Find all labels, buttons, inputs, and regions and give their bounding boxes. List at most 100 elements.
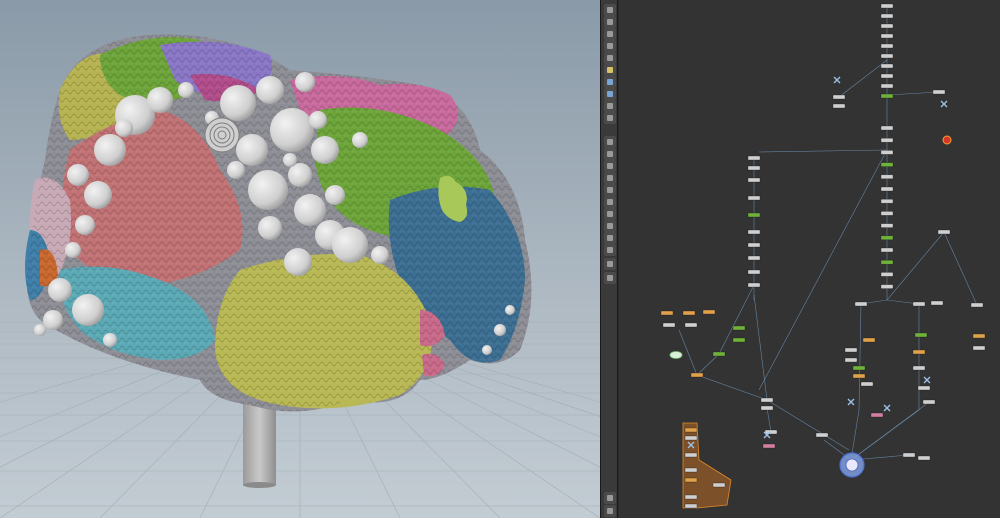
network-node[interactable] — [684, 467, 698, 473]
network-node[interactable] — [747, 177, 761, 183]
background-icon[interactable] — [604, 258, 616, 270]
network-node[interactable] — [684, 427, 698, 433]
network-node[interactable] — [880, 272, 894, 277]
network-node[interactable] — [880, 73, 894, 79]
render-icon[interactable] — [604, 232, 616, 244]
network-node[interactable] — [684, 477, 698, 483]
network-node[interactable] — [870, 412, 884, 418]
network-node[interactable] — [902, 452, 916, 458]
grid-icon[interactable] — [604, 196, 616, 208]
network-node[interactable] — [880, 235, 894, 240]
network-node[interactable] — [860, 381, 874, 387]
network-node[interactable] — [732, 337, 746, 343]
network-node[interactable] — [912, 301, 926, 307]
light-icon[interactable] — [604, 64, 616, 76]
network-node[interactable] — [880, 223, 894, 228]
pin-icon[interactable] — [604, 16, 616, 28]
network-node[interactable] — [880, 13, 894, 19]
network-node[interactable] — [932, 89, 946, 95]
network-node[interactable] — [880, 63, 894, 69]
network-node[interactable] — [762, 443, 776, 449]
ghost-icon[interactable] — [604, 52, 616, 64]
network-node[interactable] — [682, 310, 696, 316]
bake-node[interactable] — [669, 351, 683, 359]
handle-icon[interactable] — [604, 184, 616, 196]
network-node[interactable] — [852, 373, 866, 379]
network-node[interactable] — [880, 186, 894, 192]
network-node[interactable] — [972, 333, 986, 339]
network-node[interactable] — [844, 357, 858, 363]
network-node[interactable] — [922, 399, 936, 405]
network-node[interactable] — [880, 125, 894, 131]
display-options-icon[interactable] — [604, 88, 616, 100]
network-node[interactable] — [912, 349, 926, 355]
network-node[interactable] — [880, 3, 894, 9]
network-node[interactable] — [880, 53, 894, 59]
network-node[interactable] — [880, 211, 894, 216]
network-node[interactable] — [690, 372, 704, 378]
snap-grid-icon[interactable] — [604, 208, 616, 220]
network-node[interactable] — [854, 301, 868, 307]
network-node[interactable] — [880, 150, 894, 155]
network-node[interactable] — [702, 309, 716, 315]
network-node[interactable] — [747, 269, 761, 275]
network-node[interactable] — [912, 365, 926, 371]
network-node[interactable] — [880, 162, 894, 167]
network-node[interactable] — [764, 429, 778, 435]
measure-icon[interactable] — [604, 220, 616, 232]
shading-icon[interactable] — [604, 112, 616, 124]
network-node[interactable] — [880, 174, 894, 179]
network-node[interactable] — [747, 242, 761, 248]
network-node[interactable] — [880, 83, 894, 89]
view-split-icon[interactable] — [604, 492, 616, 504]
network-node[interactable] — [880, 247, 894, 253]
scene-viewport[interactable] — [0, 0, 600, 518]
network-node[interactable] — [712, 351, 726, 357]
viewport-canvas[interactable] — [0, 0, 600, 518]
network-node[interactable] — [832, 94, 846, 100]
network-node[interactable] — [832, 103, 846, 109]
network-node[interactable] — [662, 322, 676, 328]
network-node[interactable] — [684, 435, 698, 441]
network-node[interactable] — [660, 310, 674, 316]
network-node[interactable] — [760, 405, 774, 411]
paint-icon[interactable] — [604, 160, 616, 172]
network-node[interactable] — [747, 155, 761, 161]
error-node[interactable] — [942, 135, 952, 145]
network-node[interactable] — [815, 432, 829, 438]
network-node[interactable] — [684, 494, 698, 500]
network-node[interactable] — [880, 138, 894, 143]
network-node[interactable] — [862, 337, 876, 343]
normals-icon[interactable] — [604, 148, 616, 160]
points-icon[interactable] — [604, 136, 616, 148]
network-node[interactable] — [972, 345, 986, 351]
network-node[interactable] — [914, 332, 928, 338]
select-arrow-icon[interactable] — [604, 4, 616, 16]
network-node[interactable] — [880, 33, 894, 39]
network-node[interactable] — [747, 229, 761, 235]
network-node[interactable] — [684, 322, 698, 328]
network-node[interactable] — [684, 452, 698, 458]
output-node[interactable] — [845, 458, 859, 472]
network-node[interactable] — [732, 325, 746, 331]
network-node[interactable] — [747, 255, 761, 261]
layout-grid-icon[interactable] — [604, 505, 616, 517]
snap-icon[interactable] — [604, 40, 616, 52]
network-canvas[interactable] — [619, 0, 1000, 518]
network-node[interactable] — [930, 300, 944, 306]
wireframe-icon[interactable] — [604, 100, 616, 112]
network-node[interactable] — [917, 455, 931, 461]
lock-icon[interactable] — [604, 28, 616, 40]
layout-icon[interactable] — [604, 272, 616, 284]
network-node[interactable] — [880, 43, 894, 49]
network-node[interactable] — [880, 93, 894, 99]
network-node[interactable] — [880, 23, 894, 29]
network-node[interactable] — [880, 199, 894, 204]
network-node[interactable] — [747, 282, 761, 288]
network-node[interactable] — [684, 503, 698, 509]
camera-icon[interactable] — [604, 76, 616, 88]
network-node[interactable] — [760, 397, 774, 403]
transform-icon[interactable] — [604, 172, 616, 184]
network-node[interactable] — [844, 347, 858, 353]
network-node[interactable] — [852, 365, 866, 371]
